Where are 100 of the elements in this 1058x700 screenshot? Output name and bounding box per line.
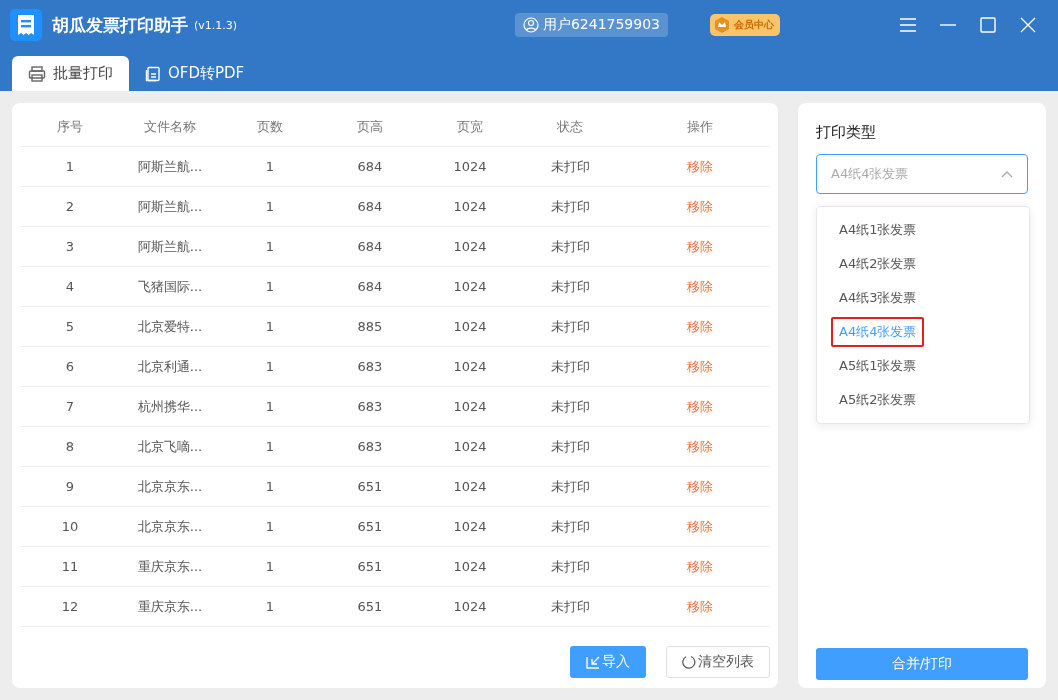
dropdown-option[interactable]: A4纸3张发票 — [831, 283, 925, 313]
user-icon — [522, 17, 539, 33]
table-cell-text: 1 — [264, 319, 276, 334]
table-cell-text: 5 — [64, 319, 76, 334]
remove-link[interactable]: 移除 — [620, 397, 770, 416]
table-cell-text: 1 — [264, 199, 276, 214]
column-header: 文件名称 — [143, 117, 197, 136]
vip-center-button[interactable]: 会员中心 — [710, 14, 780, 36]
table-cell-text: 未打印 — [549, 397, 591, 416]
app-title: 胡瓜发票打印助手 — [52, 13, 188, 37]
table-cell-text: 1024 — [452, 479, 488, 494]
crown-icon — [714, 17, 730, 33]
remove-link[interactable]: 移除 — [620, 237, 770, 256]
table-cell-text: 未打印 — [549, 357, 591, 376]
user-account-button[interactable]: 用户6241759903 — [514, 13, 668, 37]
table-cell-text: 651 — [356, 519, 384, 534]
table-cell-text: 未打印 — [549, 477, 591, 496]
table-cell-text: 1 — [264, 439, 276, 454]
table-cell-text: 北京京东... — [136, 517, 204, 536]
table-cell-text: 684 — [356, 199, 384, 214]
table-cell-text: 未打印 — [549, 197, 591, 216]
document-icon — [145, 65, 161, 82]
table-cell-text: 1024 — [452, 399, 488, 414]
column-header: 页数 — [256, 117, 284, 136]
remove-link[interactable]: 移除 — [620, 517, 770, 536]
table-cell-text: 1 — [264, 159, 276, 174]
table-cell-text: 未打印 — [549, 557, 591, 576]
print-type-select[interactable]: A4纸4张发票 — [816, 154, 1028, 194]
table-cell-text: 684 — [356, 159, 384, 174]
remove-link[interactable]: 移除 — [620, 437, 770, 456]
table-cell-text: 阿斯兰航... — [136, 237, 204, 256]
table-cell-text: 未打印 — [549, 157, 591, 176]
printer-icon — [28, 64, 46, 83]
table-cell-text: 2 — [64, 199, 76, 214]
column-header: 页宽 — [456, 117, 484, 136]
remove-link[interactable]: 移除 — [620, 317, 770, 336]
table-cell-text: 11 — [60, 559, 80, 574]
table-cell-text: 杭州携华... — [136, 397, 204, 416]
table-cell-text: 6 — [64, 359, 76, 374]
table-cell-text: 1024 — [452, 199, 488, 214]
remove-link[interactable]: 移除 — [620, 477, 770, 496]
table-cell-text: 12 — [60, 599, 80, 614]
table-cell-text: 重庆京东... — [136, 597, 204, 616]
remove-link[interactable]: 移除 — [620, 197, 770, 216]
table-cell-text: 1024 — [452, 439, 488, 454]
table-cell-text: 651 — [356, 479, 384, 494]
table-cell-text: 北京爱特... — [136, 317, 204, 336]
remove-link[interactable]: 移除 — [620, 597, 770, 616]
remove-link[interactable]: 移除 — [620, 277, 770, 296]
table-cell-text: 4 — [64, 279, 76, 294]
import-button[interactable]: 导入 — [570, 646, 646, 678]
table-cell-text: 北京利通... — [136, 357, 204, 376]
table-cell-text: 8 — [64, 439, 76, 454]
table-cell-text: 1 — [264, 279, 276, 294]
table-cell-text: 683 — [356, 359, 384, 374]
print-type-label: 打印类型 — [816, 123, 877, 142]
remove-link[interactable]: 移除 — [620, 157, 770, 176]
remove-link[interactable]: 移除 — [620, 557, 770, 576]
table-cell-text: 未打印 — [549, 237, 591, 256]
table-cell-text: 1024 — [452, 359, 488, 374]
merge-print-button[interactable]: 合并/打印 — [816, 648, 1028, 680]
table-cell-text: 1 — [264, 479, 276, 494]
table-cell-text: 1024 — [452, 159, 488, 174]
table-cell-text: 1024 — [452, 519, 488, 534]
table-cell-text: 飞猪国际... — [136, 277, 204, 296]
table-cell-text: 阿斯兰航... — [136, 197, 204, 216]
tab[interactable]: 批量打印 — [12, 56, 129, 91]
table-cell-text: 7 — [64, 399, 76, 414]
table-cell-text: 9 — [64, 479, 76, 494]
table-cell-text: 1 — [264, 559, 276, 574]
table-cell-text: 北京京东... — [136, 477, 204, 496]
table-cell-text: 10 — [60, 519, 80, 534]
column-header: 序号 — [56, 117, 84, 136]
table-cell-text: 684 — [356, 279, 384, 294]
dropdown-option[interactable]: A4纸1张发票 — [831, 215, 925, 245]
import-icon — [586, 655, 600, 669]
table-cell-text: 1 — [264, 359, 276, 374]
table-cell-text: 未打印 — [549, 277, 591, 296]
remove-link[interactable]: 移除 — [620, 357, 770, 376]
table-cell-text: 651 — [356, 599, 384, 614]
table-cell-text: 重庆京东... — [136, 557, 204, 576]
clear-list-button[interactable]: 清空列表 — [666, 646, 770, 678]
tab[interactable]: OFD转PDF — [129, 56, 261, 91]
close-icon — [1020, 17, 1036, 33]
dropdown-option[interactable]: A5纸2张发票 — [831, 385, 925, 415]
maximize-icon — [980, 17, 996, 33]
table-cell-text: 885 — [356, 319, 384, 334]
table-cell-text: 未打印 — [549, 517, 591, 536]
table-cell-text: 未打印 — [549, 597, 591, 616]
dropdown-option[interactable]: A4纸2张发票 — [831, 249, 925, 279]
version-label: (v1.1.3) — [194, 18, 238, 32]
app-logo-icon — [10, 9, 42, 41]
dropdown-option[interactable]: A4纸4张发票 — [831, 317, 925, 347]
table-cell-text: 683 — [356, 439, 384, 454]
dropdown-option[interactable]: A5纸1张发票 — [831, 351, 925, 381]
table-cell-text: 北京飞嘀... — [136, 437, 204, 456]
table-cell-text: 1 — [264, 239, 276, 254]
table-cell-text: 1024 — [452, 279, 488, 294]
refresh-icon — [682, 655, 696, 669]
table-cell-text: 651 — [356, 559, 384, 574]
